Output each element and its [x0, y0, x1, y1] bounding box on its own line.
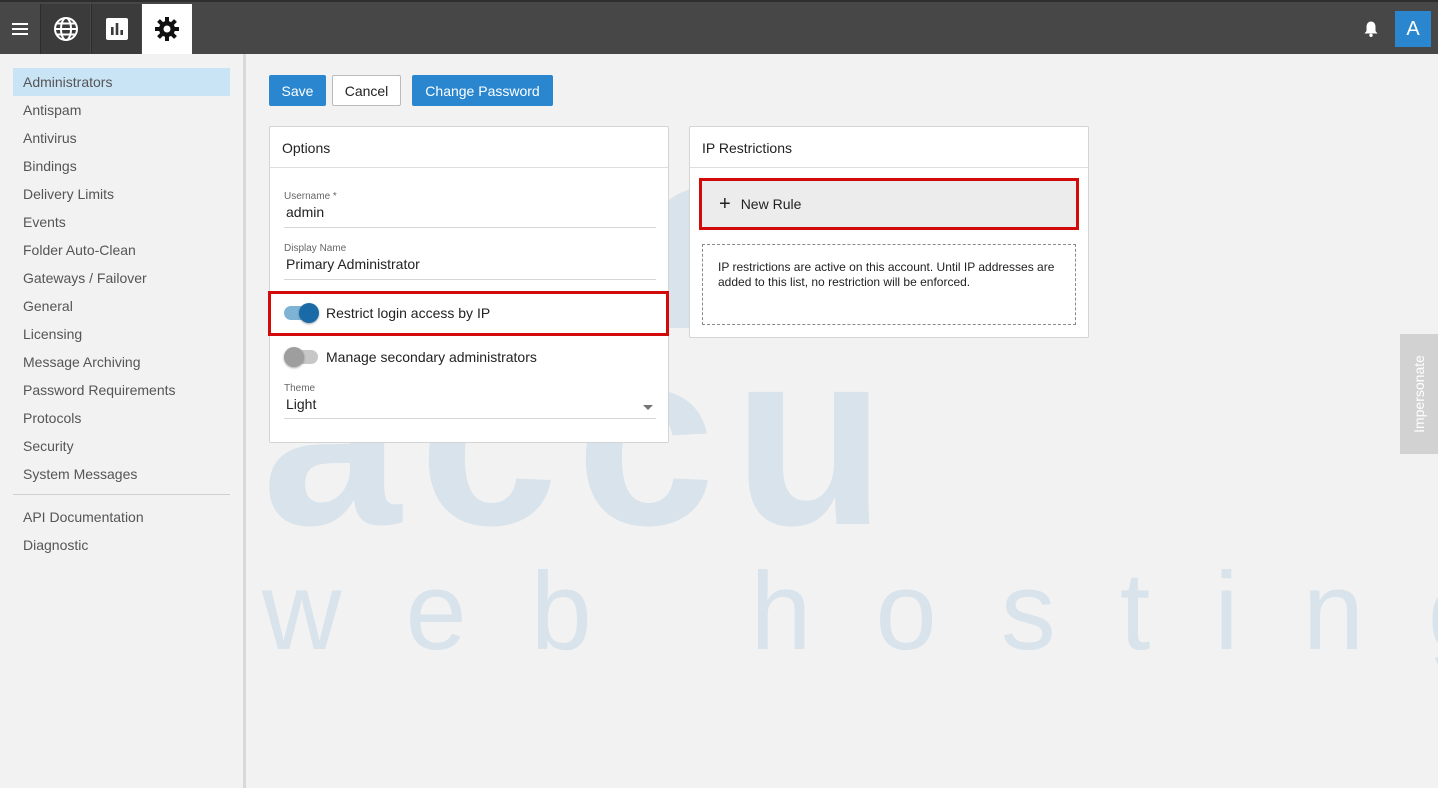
sidebar-item-api-documentation[interactable]: API Documentation [13, 503, 230, 531]
bell-icon [1364, 21, 1378, 37]
sidebar-item-administrators[interactable]: Administrators [13, 68, 230, 96]
manage-secondary-toggle[interactable] [284, 347, 318, 367]
ip-restrictions-title: IP Restrictions [690, 127, 1088, 168]
sidebar-item-password-requirements[interactable]: Password Requirements [13, 376, 230, 404]
cancel-button[interactable]: Cancel [332, 75, 401, 106]
save-button[interactable]: Save [269, 75, 326, 106]
display-name-field[interactable]: Display Name Primary Administrator [284, 243, 656, 280]
sidebar-item-events[interactable]: Events [13, 208, 230, 236]
theme-select[interactable]: Theme Light [284, 383, 656, 419]
highlight-restrict-ip [268, 291, 669, 336]
sidebar-item-protocols[interactable]: Protocols [13, 404, 230, 432]
sidebar-item-antivirus[interactable]: Antivirus [13, 124, 230, 152]
sidebar: Administrators Antispam Antivirus Bindin… [0, 54, 246, 788]
options-title: Options [270, 127, 668, 168]
user-avatar[interactable]: A [1395, 11, 1431, 47]
watermark-web-hosting: web hosting [262, 550, 1438, 673]
username-field[interactable]: Username * admin [284, 191, 656, 228]
display-name-label: Display Name [284, 243, 347, 254]
change-password-button[interactable]: Change Password [412, 75, 553, 106]
toggle-knob [284, 347, 304, 367]
settings-button[interactable] [142, 4, 192, 54]
sidebar-item-bindings[interactable]: Bindings [13, 152, 230, 180]
domains-button[interactable] [40, 4, 90, 54]
sidebar-divider [13, 494, 230, 495]
highlight-new-rule [699, 178, 1079, 230]
top-bar: A [0, 0, 1438, 54]
avatar-letter: A [1406, 17, 1420, 40]
sidebar-item-security[interactable]: Security [13, 432, 230, 460]
display-name-input[interactable]: Primary Administrator [284, 256, 656, 272]
sidebar-item-folder-auto-clean[interactable]: Folder Auto-Clean [13, 236, 230, 264]
sidebar-item-message-archiving[interactable]: Message Archiving [13, 348, 230, 376]
reports-button[interactable] [91, 4, 141, 54]
impersonate-label: Impersonate [1411, 355, 1428, 433]
ip-restrictions-note: IP restrictions are active on this accou… [702, 244, 1076, 325]
username-label: Username * [284, 191, 337, 202]
impersonate-tab[interactable]: Impersonate [1400, 334, 1438, 454]
sidebar-item-diagnostic[interactable]: Diagnostic [13, 531, 230, 559]
sidebar-item-gateways-failover[interactable]: Gateways / Failover [13, 264, 230, 292]
username-input[interactable]: admin [284, 204, 656, 220]
sidebar-item-general[interactable]: General [13, 292, 230, 320]
menu-button[interactable] [0, 4, 40, 54]
theme-value[interactable]: Light [284, 396, 656, 412]
manage-secondary-label: Manage secondary administrators [326, 349, 537, 365]
dropdown-arrow-icon [643, 405, 653, 410]
chart-icon [105, 18, 128, 40]
sidebar-item-system-messages[interactable]: System Messages [13, 460, 230, 488]
sidebar-item-delivery-limits[interactable]: Delivery Limits [13, 180, 230, 208]
gear-icon [155, 17, 179, 41]
sidebar-item-licensing[interactable]: Licensing [13, 320, 230, 348]
globe-icon [53, 17, 78, 41]
ip-restrictions-card: IP Restrictions + New Rule IP restrictio… [689, 126, 1089, 338]
menu-icon [12, 23, 28, 35]
options-card: Options Username * admin Display Name Pr… [269, 126, 669, 443]
manage-secondary-row[interactable]: Manage secondary administrators [270, 335, 668, 379]
sidebar-item-antispam[interactable]: Antispam [13, 96, 230, 124]
theme-label: Theme [284, 383, 316, 394]
notifications-button[interactable] [1360, 18, 1382, 40]
